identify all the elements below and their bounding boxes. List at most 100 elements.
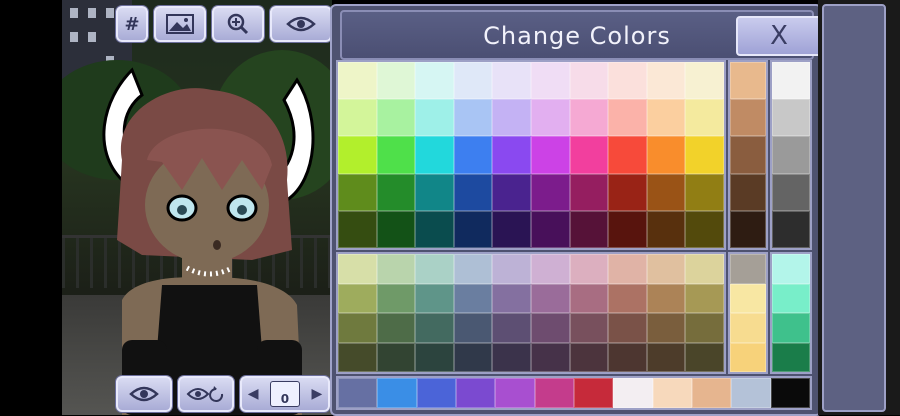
color-swatch[interactable] <box>453 62 493 100</box>
color-swatch[interactable] <box>730 254 766 284</box>
color-swatch[interactable] <box>770 378 810 408</box>
color-swatch[interactable] <box>530 313 570 343</box>
color-swatch[interactable] <box>569 283 609 313</box>
color-swatch[interactable] <box>492 313 531 343</box>
color-swatch[interactable] <box>608 99 647 137</box>
color-swatch[interactable] <box>730 136 766 174</box>
color-swatch[interactable] <box>338 254 377 284</box>
color-swatch[interactable] <box>652 378 692 408</box>
color-swatch[interactable] <box>377 378 417 408</box>
color-swatch[interactable] <box>685 342 724 372</box>
color-swatch[interactable] <box>772 313 810 343</box>
color-swatch[interactable] <box>646 342 686 372</box>
zoom-button[interactable] <box>212 6 264 42</box>
color-swatch[interactable] <box>573 378 614 408</box>
color-swatch[interactable] <box>415 313 454 343</box>
color-swatch[interactable] <box>772 254 810 284</box>
color-swatch[interactable] <box>376 254 416 284</box>
color-swatch[interactable] <box>453 283 493 313</box>
color-swatch[interactable] <box>730 313 766 343</box>
color-swatch[interactable] <box>453 313 493 343</box>
color-swatch[interactable] <box>492 254 531 284</box>
color-swatch[interactable] <box>569 254 609 284</box>
color-swatch[interactable] <box>772 136 810 174</box>
color-swatch[interactable] <box>685 254 724 284</box>
color-swatch[interactable] <box>530 254 570 284</box>
color-swatch[interactable] <box>534 378 574 408</box>
color-swatch[interactable] <box>608 342 647 372</box>
color-swatch[interactable] <box>569 99 609 137</box>
visibility-button[interactable] <box>270 6 332 42</box>
color-swatch[interactable] <box>455 378 496 408</box>
color-swatch[interactable] <box>453 254 493 284</box>
layer-stepper[interactable]: ◀ 0 ▶ <box>240 376 330 412</box>
color-swatch[interactable] <box>376 313 416 343</box>
color-swatch[interactable] <box>731 378 771 408</box>
color-swatch[interactable] <box>608 173 647 211</box>
color-swatch[interactable] <box>338 283 377 313</box>
color-swatch[interactable] <box>569 342 609 372</box>
color-swatch[interactable] <box>453 99 493 137</box>
color-swatch[interactable] <box>376 210 416 248</box>
color-swatch[interactable] <box>691 378 732 408</box>
color-swatch[interactable] <box>530 99 570 137</box>
grid-button[interactable]: # <box>116 6 148 42</box>
chevron-left-icon[interactable]: ◀ <box>248 386 259 402</box>
color-swatch[interactable] <box>608 62 647 100</box>
color-swatch[interactable] <box>613 378 653 408</box>
color-swatch[interactable] <box>685 136 724 174</box>
color-swatch[interactable] <box>492 62 531 100</box>
color-swatch[interactable] <box>608 210 647 248</box>
color-swatch[interactable] <box>730 342 766 372</box>
color-swatch[interactable] <box>646 254 686 284</box>
color-swatch[interactable] <box>685 313 724 343</box>
color-swatch[interactable] <box>730 210 766 249</box>
color-swatch[interactable] <box>530 136 570 174</box>
background-image-button[interactable] <box>154 6 206 42</box>
color-swatch[interactable] <box>338 378 378 408</box>
color-swatch[interactable] <box>608 254 647 284</box>
color-swatch[interactable] <box>608 283 647 313</box>
color-swatch[interactable] <box>730 62 766 100</box>
color-swatch[interactable] <box>685 173 724 211</box>
color-swatch[interactable] <box>415 62 454 100</box>
color-swatch[interactable] <box>492 283 531 313</box>
color-swatch[interactable] <box>492 342 531 372</box>
color-swatch[interactable] <box>495 378 535 408</box>
color-swatch[interactable] <box>376 283 416 313</box>
color-swatch[interactable] <box>685 99 724 137</box>
color-swatch[interactable] <box>685 283 724 313</box>
color-swatch[interactable] <box>772 62 810 100</box>
color-swatch[interactable] <box>453 210 493 248</box>
color-swatch[interactable] <box>415 342 454 372</box>
color-swatch[interactable] <box>376 99 416 137</box>
color-swatch[interactable] <box>453 136 493 174</box>
color-swatch[interactable] <box>376 342 416 372</box>
color-swatch[interactable] <box>569 173 609 211</box>
eye-toggle-button[interactable] <box>116 376 172 412</box>
color-swatch[interactable] <box>530 342 570 372</box>
color-swatch[interactable] <box>730 99 766 137</box>
color-swatch[interactable] <box>492 173 531 211</box>
color-swatch[interactable] <box>646 173 686 211</box>
color-swatch[interactable] <box>772 173 810 211</box>
color-swatch[interactable] <box>646 62 686 100</box>
color-swatch[interactable] <box>338 136 377 174</box>
color-swatch[interactable] <box>608 136 647 174</box>
color-swatch[interactable] <box>685 62 724 100</box>
color-swatch[interactable] <box>530 283 570 313</box>
color-swatch[interactable] <box>730 283 766 313</box>
color-swatch[interactable] <box>376 136 416 174</box>
color-swatch[interactable] <box>730 173 766 211</box>
color-swatch[interactable] <box>646 313 686 343</box>
color-swatch[interactable] <box>376 173 416 211</box>
color-swatch[interactable] <box>530 173 570 211</box>
color-swatch[interactable] <box>492 99 531 137</box>
eye-reset-button[interactable] <box>178 376 234 412</box>
color-swatch[interactable] <box>338 342 377 372</box>
color-swatch[interactable] <box>685 210 724 248</box>
color-swatch[interactable] <box>376 62 416 100</box>
color-swatch[interactable] <box>415 254 454 284</box>
close-button[interactable]: X <box>736 16 822 56</box>
color-swatch[interactable] <box>608 313 647 343</box>
